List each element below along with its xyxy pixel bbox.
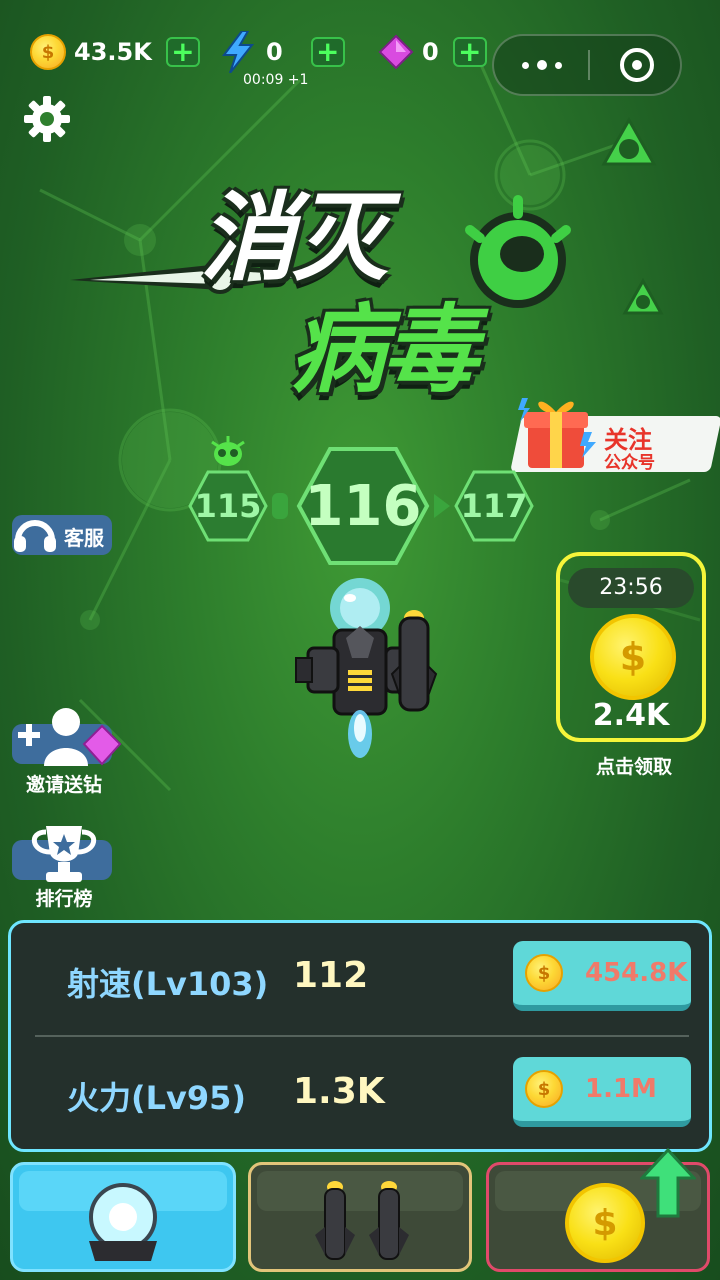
level-previous: 115 bbox=[194, 487, 262, 525]
follow-label-subtitle: 公众号 bbox=[604, 453, 655, 473]
firepower-value: 1.3K bbox=[293, 1071, 385, 1112]
gem-icon bbox=[378, 34, 414, 70]
miniprogram-capsule bbox=[492, 34, 682, 96]
customer-service-label: 客服 bbox=[64, 526, 104, 550]
energy-amount: 0 bbox=[266, 38, 283, 66]
upgrade-panel: 射速(Lv103) 112 $ 454.8K 火力(Lv95) 1.3K $ 1… bbox=[8, 920, 712, 1152]
coin-icon: $ bbox=[525, 1070, 563, 1108]
upgrade-fire-rate-button[interactable]: $ 454.8K bbox=[513, 941, 691, 1011]
wingman-icon bbox=[315, 1181, 409, 1260]
game-title: 消灭 病毒 bbox=[70, 160, 580, 406]
tab-wingman[interactable] bbox=[248, 1162, 472, 1272]
gold-amount: 43.5K bbox=[74, 38, 152, 66]
title-line2: 病毒 bbox=[290, 294, 478, 406]
headset-icon bbox=[14, 520, 56, 552]
add-gem-button[interactable]: + bbox=[452, 37, 487, 67]
fire-rate-value: 112 bbox=[293, 955, 369, 996]
level-current: 116 bbox=[304, 473, 422, 539]
fire-rate-label: 射速(Lv103) bbox=[67, 965, 269, 1003]
ranking-button[interactable]: 排行榜 bbox=[12, 822, 114, 912]
fire-rate-cost: 454.8K bbox=[585, 958, 688, 988]
add-friend-icon bbox=[18, 708, 122, 766]
lightning-icon bbox=[222, 31, 255, 73]
add-energy-button[interactable]: + bbox=[310, 37, 345, 67]
upgrade-arrow-icon bbox=[640, 1148, 696, 1218]
virus-icon bbox=[601, 116, 657, 166]
upgrade-firepower-button[interactable]: $ 1.1M bbox=[513, 1057, 691, 1127]
gear-icon[interactable] bbox=[24, 96, 70, 142]
more-icon[interactable] bbox=[522, 54, 562, 76]
gem-amount: 0 bbox=[422, 38, 439, 66]
target-icon[interactable] bbox=[620, 48, 654, 82]
reward-amount: 2.4K bbox=[592, 698, 670, 733]
reward-box[interactable]: 23:56 $ 2.4K bbox=[556, 552, 706, 742]
gift-icon bbox=[518, 398, 596, 468]
firepower-cost: 1.1M bbox=[585, 1074, 657, 1104]
row-divider bbox=[35, 1035, 689, 1037]
gem-resource: 0 + bbox=[378, 32, 487, 72]
coin-icon: $ bbox=[590, 614, 676, 700]
follow-account-button[interactable]: 关注 公众号 bbox=[510, 398, 720, 473]
trophy-icon bbox=[32, 826, 96, 882]
player-ship bbox=[295, 578, 438, 758]
coin-icon: $ bbox=[565, 1183, 645, 1263]
chevron-right-icon bbox=[434, 494, 450, 518]
customer-service-button[interactable]: 客服 bbox=[12, 512, 114, 558]
ship-core-icon bbox=[89, 1183, 157, 1261]
coin-icon: $ bbox=[525, 954, 563, 992]
invite-button[interactable]: 邀请送钻 bbox=[12, 706, 122, 796]
virus-icon bbox=[622, 278, 664, 315]
ranking-label: 排行榜 bbox=[35, 888, 93, 910]
energy-resource: 0 + bbox=[220, 31, 345, 73]
level-next: 117 bbox=[460, 487, 528, 525]
energy-timer: 00:09 +1 bbox=[243, 72, 309, 88]
invite-label: 邀请送钻 bbox=[25, 774, 102, 796]
coin-icon: $ bbox=[30, 34, 66, 70]
firepower-label: 火力(Lv95) bbox=[67, 1079, 247, 1117]
claim-reward-label[interactable]: 点击领取 bbox=[556, 752, 712, 779]
reward-timer: 23:56 bbox=[568, 568, 694, 608]
virus-skull-icon bbox=[211, 436, 245, 466]
tab-ship[interactable] bbox=[10, 1162, 236, 1272]
add-gold-button[interactable]: + bbox=[165, 37, 200, 67]
gold-resource: $ 43.5K + bbox=[30, 32, 200, 72]
